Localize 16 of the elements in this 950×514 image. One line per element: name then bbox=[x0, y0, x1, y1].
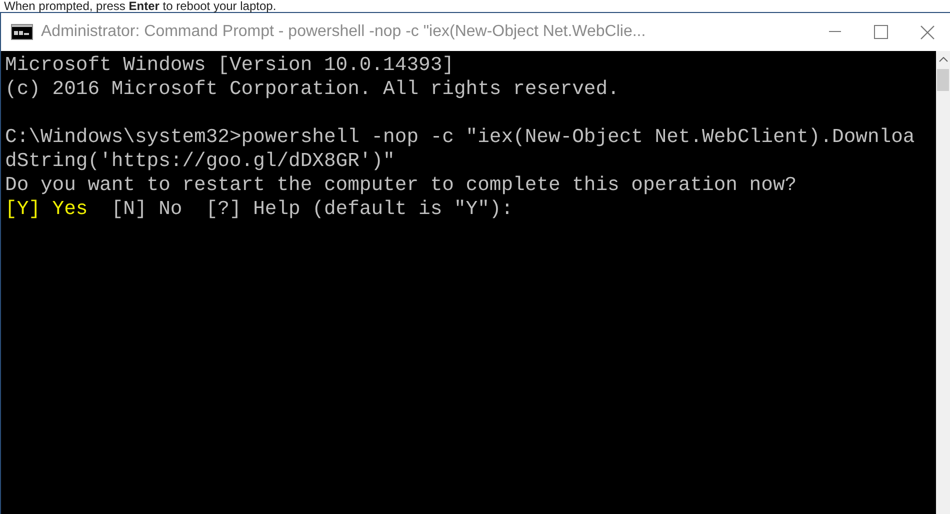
maximize-icon bbox=[874, 25, 888, 39]
console-text: [N] No [?] Help (default is "Y"): bbox=[110, 198, 514, 220]
console-text: Do you want to restart the computer to complete this operation now? bbox=[5, 174, 797, 196]
instruction-text: When prompted, press Enter to reboot your laptop. bbox=[3, 0, 278, 12]
highlighted-option: [Y] Yes bbox=[5, 198, 88, 220]
caret-up-icon bbox=[938, 57, 948, 62]
scrollbar-thumb[interactable] bbox=[937, 69, 949, 91]
console-text: dString('https://goo.gl/dDX8GR')" bbox=[5, 150, 395, 172]
window-title: Administrator: Command Prompt - powershell -nop -c "iex(New-Object Net.WebClie... bbox=[41, 23, 647, 41]
console-icon bbox=[11, 24, 33, 40]
close-icon bbox=[920, 24, 934, 40]
scrollbar[interactable] bbox=[936, 51, 950, 514]
console-text: (c) 2016 Microsoft Corporation. All rights reserved. bbox=[5, 78, 620, 100]
console-text: Microsoft Windows [Version 10.0.14393] bbox=[5, 54, 454, 76]
minimize-icon bbox=[829, 31, 841, 33]
console-text: C:\Windows\system32>powershell -nop -c "iex(New-Object Net.WebClient).Downloa bbox=[5, 126, 915, 148]
